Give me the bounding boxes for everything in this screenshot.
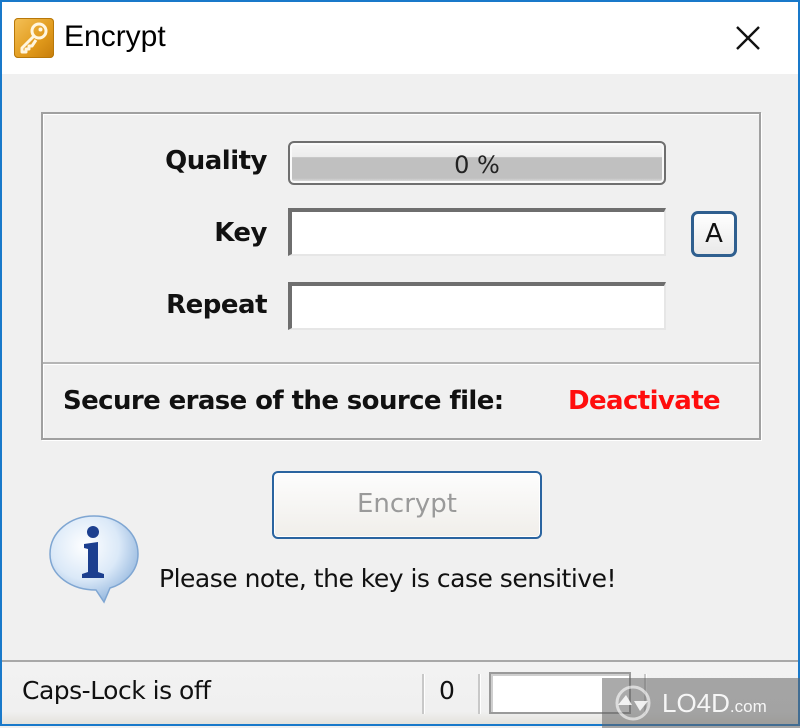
quality-label: Quality	[165, 146, 267, 176]
encrypt-window: Encrypt Quality 0 % Key A Repeat Secure …	[0, 0, 800, 728]
key-icon	[14, 18, 54, 58]
key-length-count: 0	[439, 676, 455, 705]
repeat-label: Repeat	[166, 290, 267, 320]
encrypt-button[interactable]: Encrypt	[272, 471, 542, 539]
watermark-text: LO4D.com	[662, 687, 767, 718]
close-button[interactable]	[698, 2, 798, 74]
key-label: Key	[214, 218, 267, 248]
status-separator	[478, 674, 481, 714]
key-input[interactable]	[288, 208, 666, 256]
info-icon	[46, 512, 142, 606]
window-title: Encrypt	[64, 20, 166, 53]
quality-percent: 0 %	[454, 151, 500, 179]
quality-meter: 0 %	[288, 141, 666, 185]
caps-lock-status: Caps-Lock is off	[22, 676, 211, 705]
case-sensitive-note: Please note, the key is case sensitive!	[159, 564, 616, 593]
watermark-logo-icon	[615, 685, 651, 721]
title-bar: Encrypt	[2, 2, 798, 74]
close-icon	[736, 26, 760, 50]
status-separator	[422, 674, 425, 714]
secure-erase-toggle-link[interactable]: Deactivate	[568, 386, 721, 416]
key-settings-group: Quality 0 % Key A Repeat Secure erase of…	[41, 112, 761, 440]
repeat-key-input[interactable]	[288, 282, 666, 330]
virtual-keyboard-button[interactable]: A	[691, 211, 737, 257]
secure-erase-label: Secure erase of the source file:	[63, 386, 504, 416]
watermark: LO4D.com	[602, 678, 800, 728]
group-divider	[43, 362, 759, 365]
